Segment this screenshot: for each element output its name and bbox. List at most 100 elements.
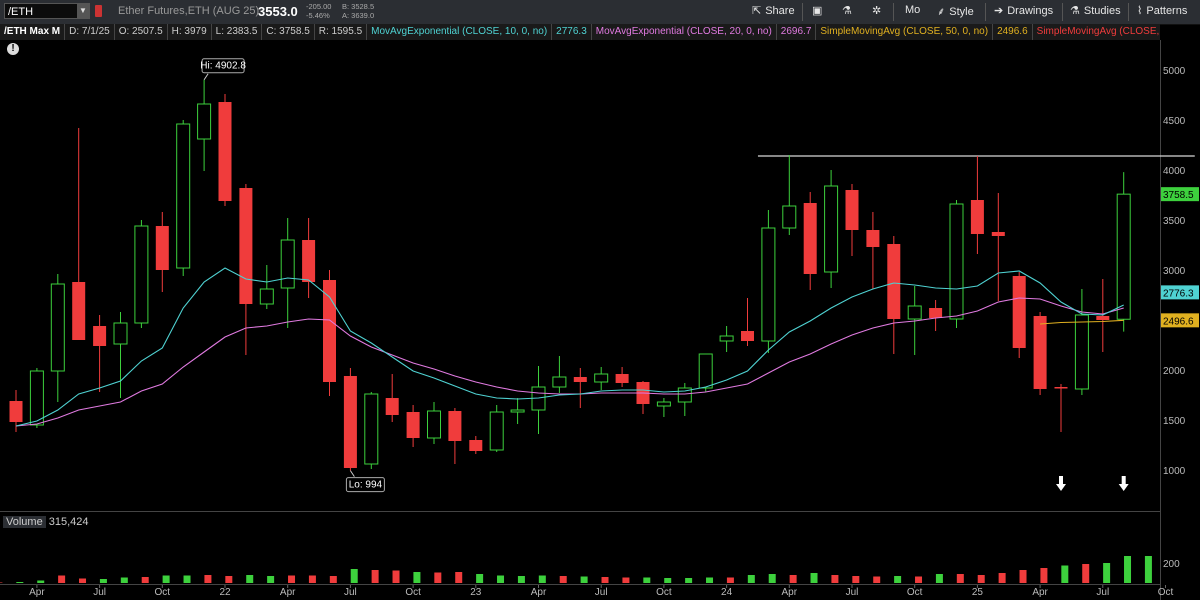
- volume-bar: [1144, 556, 1152, 583]
- candle-body: [907, 305, 922, 320]
- candle-body: [719, 335, 734, 342]
- volume-bar: [601, 577, 609, 583]
- time-tick-label: 23: [470, 587, 482, 598]
- volume-bar: [288, 575, 296, 583]
- candle-body: [656, 401, 671, 407]
- volume-bar: [413, 572, 421, 583]
- volume-bar: [915, 576, 923, 583]
- candle-body: [448, 411, 462, 441]
- volume-bar: [664, 578, 672, 583]
- volume-bar: [0, 582, 3, 583]
- volume-bars: [0, 556, 1152, 583]
- candles: [9, 79, 1131, 471]
- time-tick-label: Oct: [405, 587, 421, 598]
- candle-body: [594, 373, 609, 383]
- volume-bar: [768, 574, 776, 583]
- volume-bar: [726, 577, 734, 583]
- candle-body: [970, 200, 984, 234]
- candle-body: [239, 188, 253, 304]
- volume-bar: [350, 569, 358, 583]
- candle-body: [615, 374, 629, 383]
- volume-bar: [622, 577, 630, 583]
- volume-bar: [225, 576, 233, 583]
- candle-body: [385, 398, 399, 415]
- annotations: Hi: 4902.8 Lo: 994: [200, 58, 1129, 493]
- volume-bar: [371, 570, 379, 583]
- price-badge-label: 2496.6: [1163, 316, 1194, 327]
- time-tick-label: Apr: [1032, 587, 1048, 598]
- volume-bar: [183, 575, 191, 583]
- volume-header: Volume 315,424: [3, 516, 89, 528]
- volume-bar: [497, 575, 505, 583]
- time-tick-label: Jul: [344, 587, 357, 598]
- price-badge-label: 2776.3: [1163, 288, 1194, 299]
- candle-body: [1074, 314, 1089, 390]
- time-tick-label: Apr: [782, 587, 798, 598]
- candle-body: [782, 205, 797, 229]
- candle-body: [803, 203, 817, 274]
- candle-body: [698, 353, 713, 389]
- candle-body: [197, 103, 212, 140]
- volume-bar: [935, 574, 943, 583]
- candle-body: [489, 411, 504, 451]
- candle-body: [343, 376, 357, 468]
- volume-bar: [894, 576, 902, 583]
- price-tick-label: 3000: [1163, 266, 1186, 277]
- candle-body: [134, 225, 149, 324]
- volume-bar: [1061, 565, 1069, 583]
- volume-bar: [1103, 563, 1111, 583]
- time-tick-label: Apr: [280, 587, 296, 598]
- candle-body: [741, 331, 754, 341]
- volume-bar: [99, 579, 107, 583]
- price-chart[interactable]: 200 100015002000250030003500400045005000…: [0, 0, 1200, 600]
- candle-body: [573, 377, 587, 382]
- candle-body: [887, 244, 901, 319]
- volume-bar: [476, 574, 484, 583]
- volume-bar: [79, 578, 87, 583]
- price-tick-label: 4000: [1163, 166, 1186, 177]
- candle-body: [552, 376, 567, 388]
- volume-grid: 200: [1163, 559, 1180, 570]
- time-tick-label: Apr: [531, 587, 547, 598]
- volume-bar: [831, 575, 839, 583]
- candle-body: [218, 102, 232, 201]
- hi-callout-line: [203, 73, 209, 80]
- candle-body: [176, 123, 191, 269]
- candle-body: [427, 410, 441, 439]
- price-tick-label: 3500: [1163, 216, 1186, 227]
- time-tick-label: Oct: [1158, 587, 1174, 598]
- volume-bar: [977, 575, 985, 583]
- volume-bar: [685, 578, 693, 583]
- volume-bar: [329, 576, 337, 583]
- candle-body: [280, 239, 295, 289]
- volume-bar: [308, 575, 316, 583]
- volume-bar: [434, 572, 442, 583]
- volume-bar: [120, 577, 128, 583]
- volume-bar: [16, 582, 24, 583]
- volume-bar: [1124, 556, 1132, 583]
- lo-callout-line: [349, 470, 355, 477]
- candle-body: [469, 440, 483, 451]
- candle-body: [323, 280, 336, 382]
- volume-bar: [141, 577, 149, 583]
- volume-bar: [204, 575, 212, 583]
- price-tick-label: 2000: [1163, 366, 1186, 377]
- candle-body: [364, 393, 379, 465]
- time-tick-label: Jul: [595, 587, 608, 598]
- volume-bar: [1082, 564, 1090, 583]
- volume-bar: [392, 570, 400, 583]
- volume-bar: [517, 576, 525, 583]
- candle-body: [113, 322, 128, 345]
- candle-body: [29, 370, 44, 426]
- time-axis: Apr Jul Oct 22 Apr Jul Oct 23 Apr Jul Oct 24 Apr Jul O…: [29, 585, 1173, 598]
- price-tick-label: 5000: [1163, 66, 1186, 77]
- time-tick-label: 24: [721, 587, 733, 598]
- volume-bar: [162, 575, 170, 583]
- volume-bar: [706, 577, 714, 583]
- volume-bar: [455, 572, 463, 583]
- volume-bar: [559, 576, 567, 583]
- time-tick-label: 25: [972, 587, 984, 598]
- volume-bar: [267, 576, 275, 583]
- time-tick-label: Oct: [656, 587, 672, 598]
- volume-bar: [538, 575, 546, 583]
